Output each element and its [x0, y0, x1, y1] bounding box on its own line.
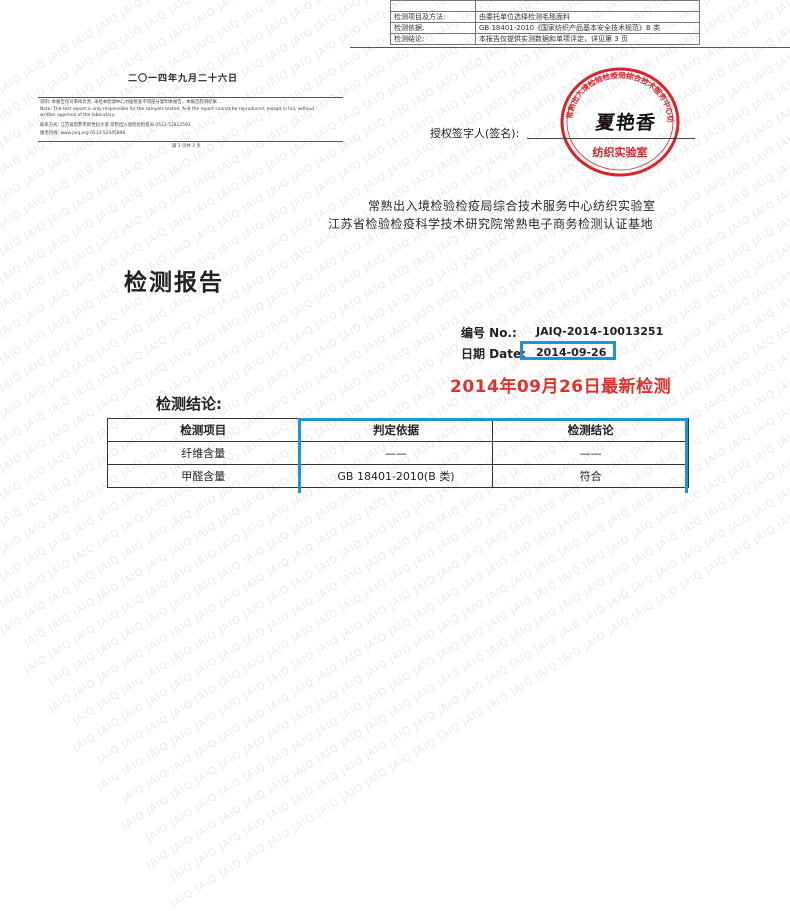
report-date-label: 日期 Date:	[461, 347, 526, 361]
lab-name-line-1: 常熟出入境检验检疫局综合技术服务中心纺织实验室	[368, 199, 656, 213]
watermark-line: JAIQ JAIQ JAIQ JAIQ JAIQ JAIQ JAIQ JAIQ …	[169, 0, 790, 910]
report-number-label: 编号 No.:	[461, 326, 517, 340]
column-header: 检测项目	[107, 418, 300, 442]
conclusion-heading: 检测结论:	[156, 395, 222, 413]
signature: 夏艳香	[594, 112, 658, 134]
page-number: 第 1 页共 3 页	[172, 144, 201, 149]
note-line: 联系方式: 江苏省常熟市新世纪大道 常熟出入境检验检疫局 0512-528125…	[40, 123, 191, 128]
watermark-line: JAIQ JAIQ JAIQ JAIQ JAIQ JAIQ JAIQ JAIQ …	[120, 0, 790, 832]
table-cell: 甲醛含量	[107, 464, 300, 488]
report-title: 检测报告	[124, 270, 224, 296]
divider	[350, 47, 790, 48]
watermark-line: JAIQ JAIQ JAIQ JAIQ JAIQ JAIQ JAIQ JAIQ …	[120, 0, 790, 805]
table-row: 检测项目及方法: 由委托单位选择检测毛毯面料	[390, 11, 700, 23]
date-highlight-box	[520, 341, 616, 360]
column-highlight-box	[298, 418, 688, 493]
chinese-date: 二〇一四年九月二十六日	[128, 74, 239, 84]
table-cell: 纤维含量	[107, 441, 300, 465]
lab-name-line-2: 江苏省检验检疫科学技术研究院常熟电子商务检测认证基地	[328, 217, 654, 231]
note-line: 服务热线: www.jaiq.org 0512-52345898	[40, 131, 126, 136]
divider	[38, 97, 343, 98]
note-line: 说明: 本报告仅对来样负责, 未经本检测中心书面批准不得部分复制本报告。本报告检…	[40, 100, 222, 105]
divider	[38, 141, 343, 142]
signature-line	[527, 138, 695, 139]
seal-inner-text: 纺织实验室	[593, 145, 648, 159]
signature-label: 授权签字人(签名):	[430, 127, 520, 140]
table-row: 检测依据: GB 18401-2010《国家纺织产品基本安全技术规范》B 类	[390, 22, 700, 34]
previous-page-table: 检测项目及方法: 由委托单位选择检测毛毯面料 检测依据: GB 18401-2010…	[390, 0, 700, 45]
watermark-line: JAIQ JAIQ JAIQ JAIQ JAIQ JAIQ JAIQ JAIQ …	[0, 0, 790, 369]
watermark-line: JAIQ JAIQ JAIQ JAIQ JAIQ JAIQ JAIQ JAIQ …	[144, 0, 790, 871]
watermark-line: JAIQ JAIQ JAIQ JAIQ JAIQ JAIQ JAIQ JAIQ …	[144, 0, 790, 844]
note-line: written approval of the laboratory.	[40, 113, 116, 118]
watermark-line: JAIQ JAIQ JAIQ JAIQ JAIQ JAIQ JAIQ JAIQ …	[0, 0, 790, 381]
latest-test-annotation: 2014年09月26日最新检测	[450, 377, 672, 397]
report-number: JAIQ-2014-10013251	[536, 325, 664, 338]
table-row: 检测结论: 本报告仅提供实测数据和单项评定，详见第 3 页	[390, 33, 700, 45]
table-row	[390, 0, 700, 12]
